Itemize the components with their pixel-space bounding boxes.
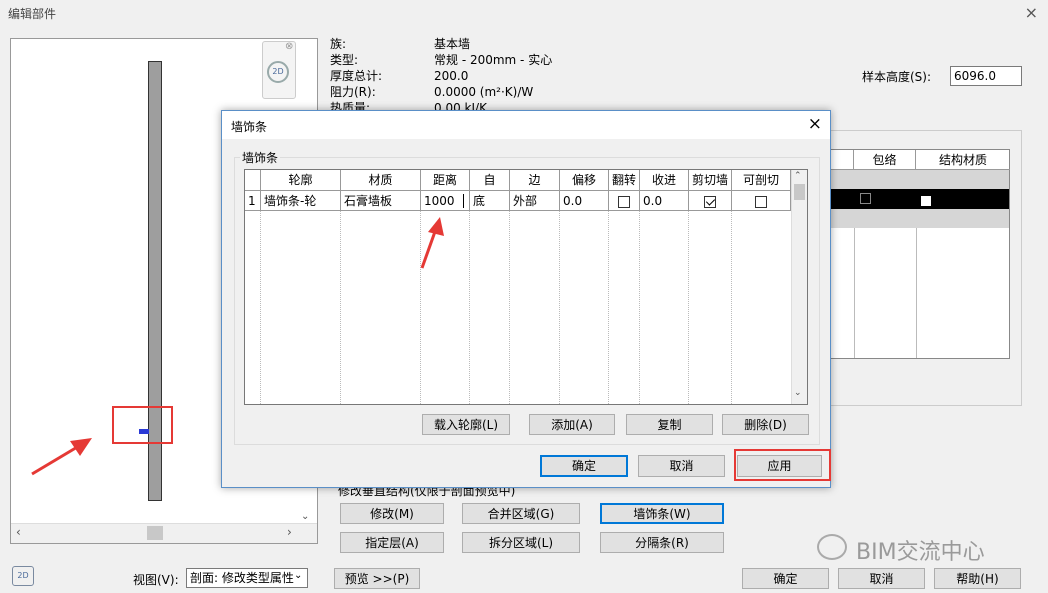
annotation-arrows: [31, 217, 444, 476]
